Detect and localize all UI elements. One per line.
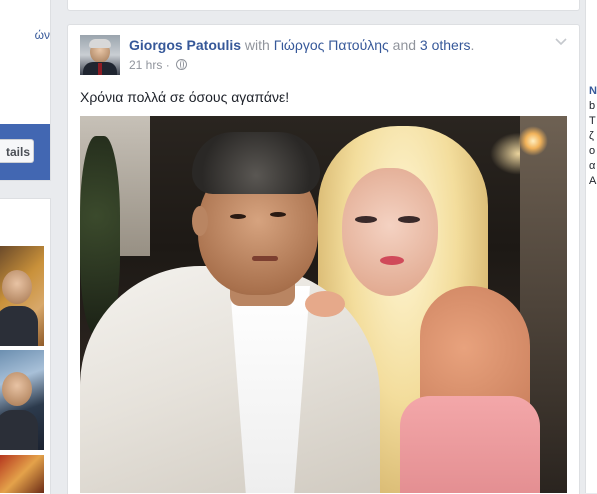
post-meta: 21 hrs ·	[129, 58, 188, 72]
right-sidebar	[585, 0, 597, 493]
with-text: with	[244, 37, 270, 53]
chevron-down-icon[interactable]	[555, 35, 567, 47]
author-name-link[interactable]: Giorgos Patoulis	[129, 37, 241, 53]
photo-thumbnail[interactable]	[0, 350, 44, 450]
details-button[interactable]: tails	[0, 139, 34, 163]
and-text: and	[392, 37, 417, 53]
right-sidebar-fragment[interactable]: N	[589, 85, 597, 97]
photo-thumbnail[interactable]	[0, 246, 44, 346]
meta-separator: ·	[165, 58, 170, 72]
left-card-text-fragment: ών	[34, 28, 50, 42]
globe-icon[interactable]	[176, 59, 188, 70]
previous-post-card-edge	[67, 0, 580, 11]
photo-thumbnail[interactable]	[0, 455, 44, 493]
right-sidebar-fragment: b	[589, 100, 596, 112]
post-message: Χρόνια πολλά σε όσους αγαπάνε!	[80, 89, 290, 105]
right-sidebar-fragment: ο	[589, 145, 596, 157]
header-period: .	[470, 37, 475, 53]
right-sidebar-fragment: Α	[589, 175, 597, 187]
tagged-person-link[interactable]: Γιώργος Πατούλης	[274, 37, 389, 53]
others-link[interactable]: 3 others	[420, 37, 471, 53]
post-header: Giorgos Patoulis with Γιώργος Πατούλης a…	[129, 37, 474, 53]
right-sidebar-fragment: T	[589, 115, 596, 127]
right-sidebar-fragment: ζ	[589, 130, 594, 142]
post-timestamp-link[interactable]: 21 hrs	[129, 58, 162, 72]
author-avatar[interactable]	[80, 35, 120, 75]
post-photo[interactable]	[80, 116, 567, 493]
right-sidebar-fragment: α	[589, 160, 596, 172]
